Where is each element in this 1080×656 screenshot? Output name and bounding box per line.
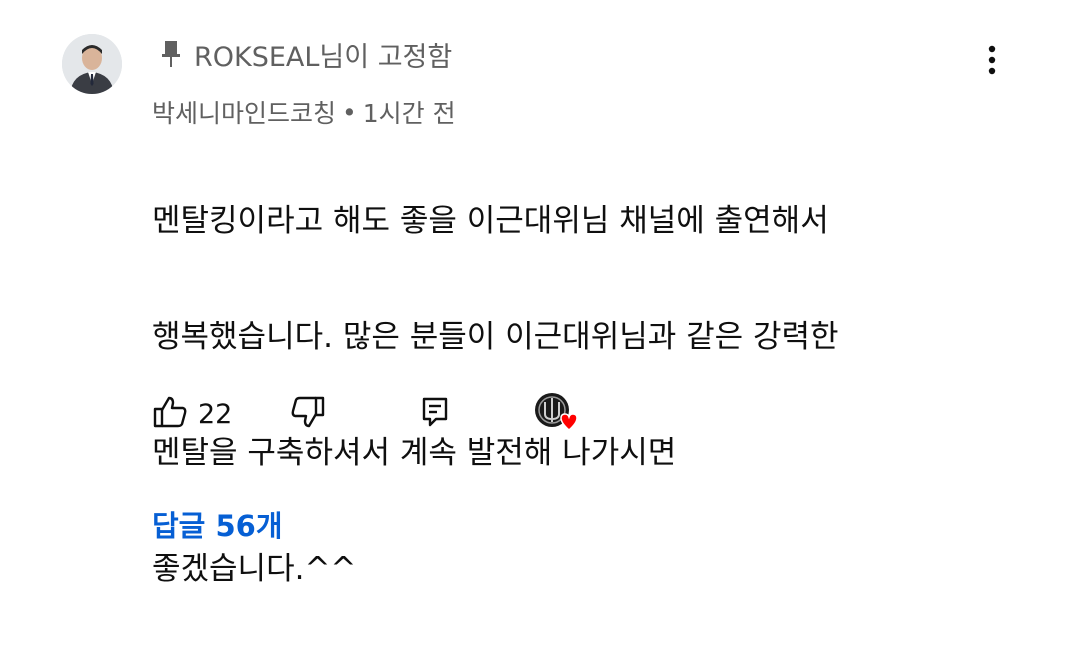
creator-heart-icon	[532, 388, 580, 440]
comment-line: 좋겠습니다.^^	[152, 551, 357, 587]
pinned-comment: ROKSEAL님이 고정함 박세니마인드코칭 • 1시간 전 멘탈킹이라고 해도…	[0, 0, 1080, 587]
pinned-indicator: ROKSEAL님이 고정함	[160, 34, 452, 74]
comment-actions: 22	[152, 390, 592, 438]
thumbs-down-icon	[290, 394, 326, 434]
more-vert-icon	[987, 44, 997, 80]
author-name[interactable]: 박세니마인드코칭	[152, 94, 336, 130]
comment-meta: 박세니마인드코칭 • 1시간 전	[152, 92, 456, 132]
pinned-by-text: ROKSEAL님이 고정함	[194, 41, 453, 73]
thumbs-up-icon	[152, 394, 188, 434]
dislike-button[interactable]	[290, 390, 326, 438]
reply-button[interactable]	[420, 390, 450, 438]
creator-heart-badge	[532, 390, 580, 438]
avatar[interactable]	[62, 34, 122, 94]
reply-comment-icon	[420, 395, 450, 433]
like-button[interactable]: 22	[152, 390, 232, 438]
comment-line: 멘탈킹이라고 해도 좋을 이근대위님 채널에 출연해서	[152, 203, 829, 239]
comment-line: 행복했습니다. 많은 분들이 이근대위님과 같은 강력한	[152, 319, 839, 355]
view-replies-button[interactable]: 답글 56개	[152, 502, 283, 546]
more-options-button[interactable]	[974, 44, 1010, 80]
like-count: 22	[198, 398, 233, 430]
meta-separator: •	[342, 97, 357, 127]
pin-icon	[160, 39, 182, 69]
comment-timestamp[interactable]: 1시간 전	[363, 94, 456, 130]
